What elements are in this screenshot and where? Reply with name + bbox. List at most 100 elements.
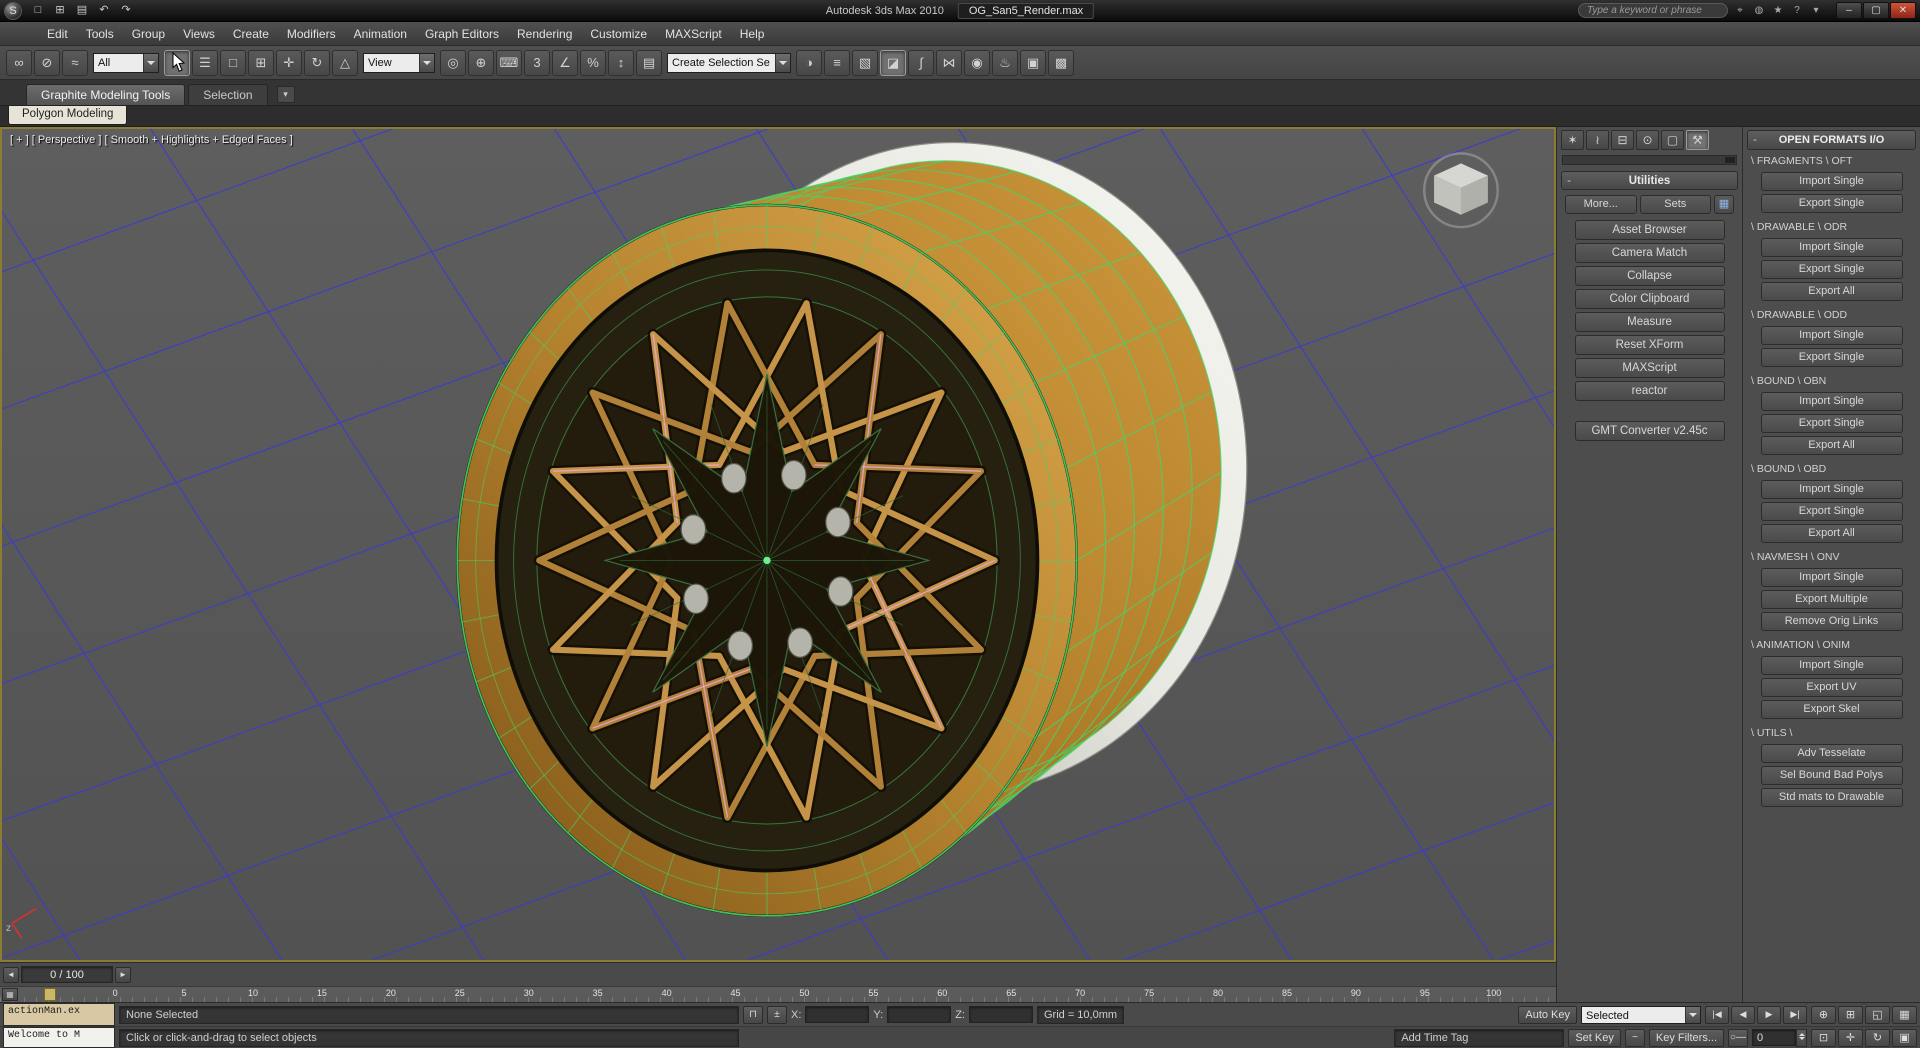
- select-object-icon[interactable]: ➤: [164, 49, 190, 76]
- previous-frame-arrow-icon[interactable]: ◄: [3, 966, 19, 983]
- reference-coordinate-system-dropdown[interactable]: View: [363, 52, 435, 73]
- infocenter-menu-icon[interactable]: ▾: [1808, 3, 1824, 18]
- set-key-curve-icon[interactable]: ~: [1624, 1028, 1645, 1047]
- align-icon[interactable]: ≡: [824, 49, 850, 76]
- utility-collapse-button[interactable]: Collapse: [1574, 266, 1725, 286]
- io-drawable-odr-export-single-button[interactable]: Export Single: [1760, 260, 1903, 279]
- wheel-model[interactable]: [456, 141, 1248, 918]
- auto-key-button[interactable]: Auto Key: [1518, 1005, 1577, 1024]
- time-slider-handle[interactable]: [44, 988, 56, 1001]
- undo-icon[interactable]: ↶: [94, 3, 114, 19]
- new-scene-icon[interactable]: □: [28, 3, 48, 19]
- communication-center-icon[interactable]: ◍: [1751, 3, 1767, 18]
- utility-sets-button[interactable]: Sets: [1639, 195, 1711, 214]
- rendered-frame-window-icon[interactable]: ▣: [1020, 49, 1046, 76]
- configure-button-sets-icon[interactable]: ▦: [1714, 195, 1734, 214]
- select-and-manipulate-icon[interactable]: ⊕: [468, 49, 494, 76]
- tab-selection[interactable]: Selection: [188, 84, 268, 105]
- search-go-icon[interactable]: ⌖: [1732, 3, 1748, 18]
- minimize-button[interactable]: –: [1836, 2, 1862, 19]
- utility-measure-button[interactable]: Measure: [1574, 312, 1725, 332]
- layer-manager-icon[interactable]: ▧: [852, 49, 878, 76]
- mirror-icon[interactable]: ◑: [796, 49, 822, 76]
- utility-color-clipboard-button[interactable]: Color Clipboard: [1574, 289, 1725, 309]
- hierarchy-tab-icon[interactable]: ⊟: [1611, 130, 1634, 150]
- maxscript-mini-listener[interactable]: Welcome to M: [3, 1027, 115, 1048]
- schematic-view-icon[interactable]: ⋈: [936, 49, 962, 76]
- edit-named-selection-sets-icon[interactable]: ▤: [636, 49, 662, 76]
- io-utils-sel-bound-bad-polys-button[interactable]: Sel Bound Bad Polys: [1760, 766, 1903, 785]
- utility-reset-xform-button[interactable]: Reset XForm: [1574, 335, 1725, 355]
- tab-graphite-modeling-tools[interactable]: Graphite Modeling Tools: [26, 84, 186, 105]
- graphite-ribbon-toggle-icon[interactable]: ◪: [880, 49, 906, 76]
- go-to-start-icon[interactable]: |◀: [1705, 1005, 1729, 1024]
- maximize-viewport-icon[interactable]: ▣: [1892, 1028, 1917, 1047]
- io-drawable-odr-import-single-button[interactable]: Import Single: [1760, 238, 1903, 257]
- help-icon[interactable]: ?: [1789, 3, 1805, 18]
- menu-rendering[interactable]: Rendering: [508, 24, 581, 44]
- current-time-field[interactable]: [1752, 1029, 1796, 1046]
- track-bar[interactable]: ▦ 0 5 10 15 20 25 30 35 40 45 50 55 60 65 70 75 80 85 90 95…: [0, 986, 1556, 1002]
- select-and-move-icon[interactable]: ✛: [276, 49, 302, 76]
- spinner-arrows-icon[interactable]: [1796, 1028, 1807, 1047]
- key-mode-dropdown[interactable]: Selected: [1581, 1005, 1701, 1024]
- close-button[interactable]: ✕: [1890, 2, 1916, 19]
- material-editor-icon[interactable]: ◉: [964, 49, 990, 76]
- play-icon[interactable]: ▶: [1757, 1005, 1781, 1024]
- collapse-icon[interactable]: -: [1748, 134, 1762, 146]
- menu-edit[interactable]: Edit: [38, 24, 77, 44]
- key-icon[interactable]: ○—: [1728, 1028, 1748, 1047]
- io-bound-obd-export-single-button[interactable]: Export Single: [1760, 502, 1903, 521]
- menu-maxscript[interactable]: MAXScript: [656, 24, 731, 44]
- utilities-rollout-header[interactable]: - Utilities: [1561, 171, 1738, 190]
- y-coordinate-field[interactable]: [887, 1006, 952, 1023]
- render-setup-icon[interactable]: ♨: [992, 49, 1018, 76]
- io-panel-header[interactable]: - OPEN FORMATS I/O: [1747, 130, 1916, 150]
- named-selection-sets-dropdown[interactable]: Create Selection Se: [667, 52, 791, 73]
- io-bound-obn-export-all-button[interactable]: Export All: [1760, 436, 1903, 455]
- select-and-scale-icon[interactable]: △: [332, 49, 358, 76]
- perspective-viewport[interactable]: [ + ] [ Perspective ] [ Smooth + Highlig…: [0, 127, 1556, 962]
- io-bound-obn-export-single-button[interactable]: Export Single: [1760, 414, 1903, 433]
- io-bound-obd-import-single-button[interactable]: Import Single: [1760, 480, 1903, 499]
- save-file-icon[interactable]: ▤: [72, 3, 92, 19]
- io-animation-onim-export-uv-button[interactable]: Export UV: [1760, 678, 1903, 697]
- percent-snap-icon[interactable]: %: [580, 49, 606, 76]
- io-utils-std-mats-to-drawable-button[interactable]: Std mats to Drawable: [1760, 788, 1903, 807]
- menu-help[interactable]: Help: [731, 24, 774, 44]
- window-crossing-icon[interactable]: ⊞: [248, 49, 274, 76]
- x-coordinate-field[interactable]: [805, 1006, 870, 1023]
- viewport-canvas[interactable]: [2, 129, 1554, 960]
- go-to-end-icon[interactable]: ▶|: [1783, 1005, 1807, 1024]
- z-coordinate-field[interactable]: [968, 1006, 1033, 1023]
- io-bound-obd-export-all-button[interactable]: Export All: [1760, 524, 1903, 543]
- keyboard-shortcut-override-icon[interactable]: ⌨: [496, 49, 522, 76]
- open-file-icon[interactable]: ⊞: [50, 3, 70, 19]
- io-animation-onim-export-skel-button[interactable]: Export Skel: [1760, 700, 1903, 719]
- open-mini-curve-editor-icon[interactable]: ▦: [2, 988, 18, 1001]
- angle-snap-icon[interactable]: ∠: [552, 49, 578, 76]
- io-fragments-oft-export-single-button[interactable]: Export Single: [1760, 194, 1903, 213]
- frame-display[interactable]: 0 / 100: [21, 966, 113, 983]
- io-bound-obn-import-single-button[interactable]: Import Single: [1760, 392, 1903, 411]
- spinner-snap-icon[interactable]: ↕: [608, 49, 634, 76]
- add-time-tag[interactable]: Add Time Tag: [1394, 1028, 1565, 1047]
- menu-tools[interactable]: Tools: [77, 24, 123, 44]
- io-fragments-oft-import-single-button[interactable]: Import Single: [1760, 172, 1903, 191]
- utility-asset-browser-button[interactable]: Asset Browser: [1574, 220, 1725, 240]
- zoom-extents-all-icon[interactable]: ▦: [1892, 1005, 1917, 1024]
- menu-customize[interactable]: Customize: [581, 24, 656, 44]
- render-production-icon[interactable]: ▩: [1048, 49, 1074, 76]
- utilities-tab-icon[interactable]: ⚒: [1686, 130, 1709, 150]
- set-key-button[interactable]: Set Key: [1568, 1028, 1621, 1047]
- modify-tab-icon[interactable]: ≀: [1586, 130, 1609, 150]
- bind-to-space-warp-icon[interactable]: ≈: [62, 49, 88, 76]
- chevron-down-icon[interactable]: [775, 53, 790, 72]
- redo-icon[interactable]: ↷: [116, 3, 136, 19]
- utility-reactor-button[interactable]: reactor: [1574, 381, 1725, 401]
- app-logo-button[interactable]: S: [4, 1, 22, 20]
- chevron-down-icon[interactable]: [143, 53, 158, 72]
- utility-maxscript-button[interactable]: MAXScript: [1574, 358, 1725, 378]
- io-navmesh-onv-export-multiple-button[interactable]: Export Multiple: [1760, 590, 1903, 609]
- more-utilities-button[interactable]: More...: [1565, 195, 1637, 214]
